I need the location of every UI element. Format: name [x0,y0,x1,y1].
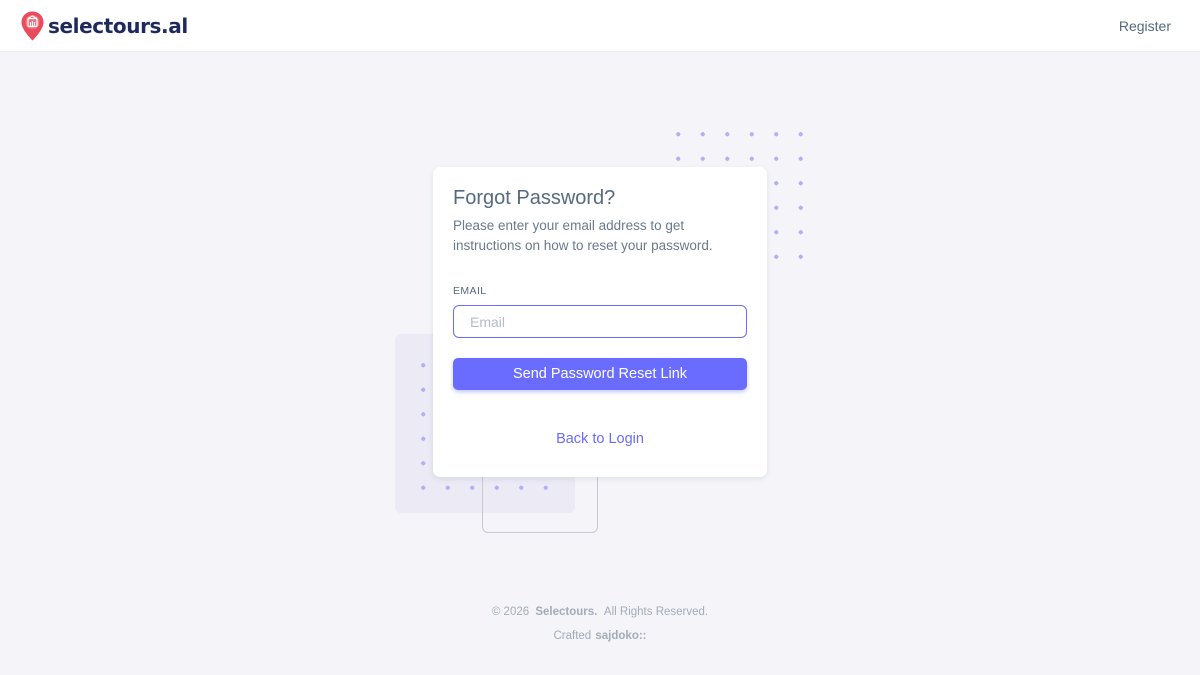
copyright-year: © 2026 [491,606,530,618]
send-reset-link-button[interactable]: Send Password Reset Link [453,358,747,390]
card-title: Forgot Password? [453,187,616,209]
footer-company: Selectours. [535,606,598,618]
register-link[interactable]: Register [1119,18,1171,34]
footer-credits: Crafted sajdoko:: [0,630,1200,642]
email-input[interactable] [453,305,747,338]
forgot-password-card: Forgot Password? Please enter your email… [433,167,767,477]
top-navbar: selectours.al Register [0,0,1200,52]
email-label: EMAIL [453,285,487,297]
location-pin-icon [21,11,44,41]
crafted-label: Crafted [553,630,592,642]
footer-rights: All Rights Reserved. [603,606,709,618]
back-link-wrapper: Back to Login [453,430,747,448]
brand-link[interactable]: selectours.al [21,11,188,41]
footer-author[interactable]: sajdoko:: [595,630,646,642]
footer-copyright: © 2026 Selectours. All Rights Reserved. [0,606,1200,618]
card-description: Please enter your email address to get i… [453,218,713,253]
back-to-login-link[interactable]: Back to Login [556,431,644,447]
brand-name: selectours.al [48,14,188,38]
